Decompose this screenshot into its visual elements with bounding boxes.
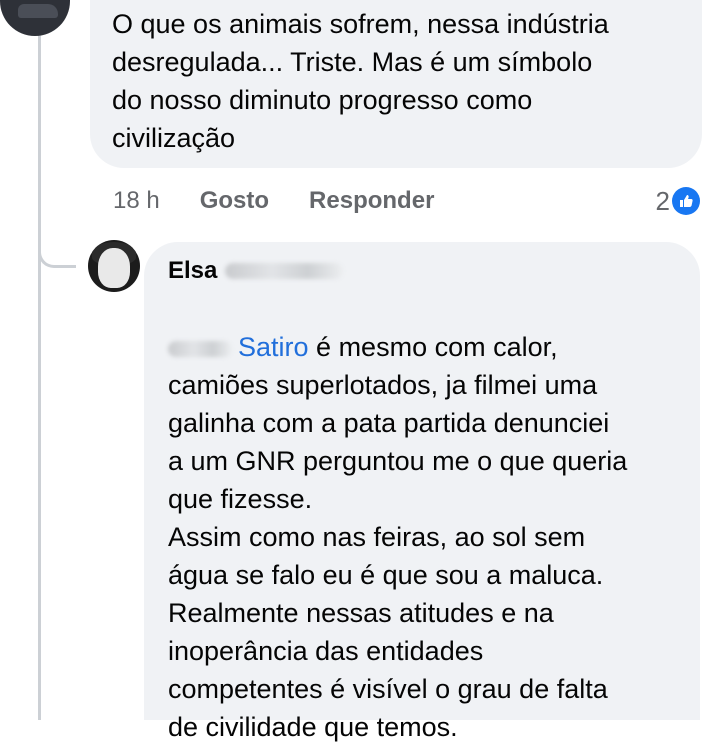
comment-actions: 18 h Gosto Responder xyxy=(113,184,474,218)
reply-author-row: Elsa xyxy=(168,254,344,288)
parent-avatar[interactable] xyxy=(0,0,70,36)
parent-comment-text: O que os animais sofrem, nessa indústria… xyxy=(112,9,609,153)
like-icon xyxy=(672,187,700,215)
thread-reply-connector xyxy=(38,248,76,268)
like-button[interactable]: Gosto xyxy=(200,187,269,215)
comment-time[interactable]: 18 h xyxy=(113,187,160,215)
reaction-summary[interactable]: 2 xyxy=(656,184,700,218)
reply-text-first: é mesmo com calor, xyxy=(308,332,558,362)
avatar-face xyxy=(98,248,130,288)
reaction-count: 2 xyxy=(655,185,670,216)
redacted-mention-firstname xyxy=(168,340,232,357)
reply-button[interactable]: Responder xyxy=(309,187,434,215)
reply-comment-body: Satiro é mesmo com calor, camiões superl… xyxy=(168,290,688,746)
reply-avatar[interactable] xyxy=(88,240,140,292)
reply-comment-text: camiões superlotados, ja filmei uma gali… xyxy=(168,370,628,742)
mention-link[interactable]: Satiro xyxy=(238,332,309,362)
thread-line xyxy=(38,0,41,720)
avatar-car-image xyxy=(18,4,58,18)
reply-comment-bubble: Elsa Satiro é mesmo com calor, camiões s… xyxy=(144,242,700,742)
parent-comment-bubble: O que os animais sofrem, nessa indústria… xyxy=(90,0,702,168)
reply-author-name[interactable]: Elsa xyxy=(168,257,217,285)
reply-first-line: Satiro é mesmo com calor, xyxy=(168,290,688,366)
thumbs-up-icon xyxy=(680,195,693,207)
redacted-surname xyxy=(225,263,344,279)
